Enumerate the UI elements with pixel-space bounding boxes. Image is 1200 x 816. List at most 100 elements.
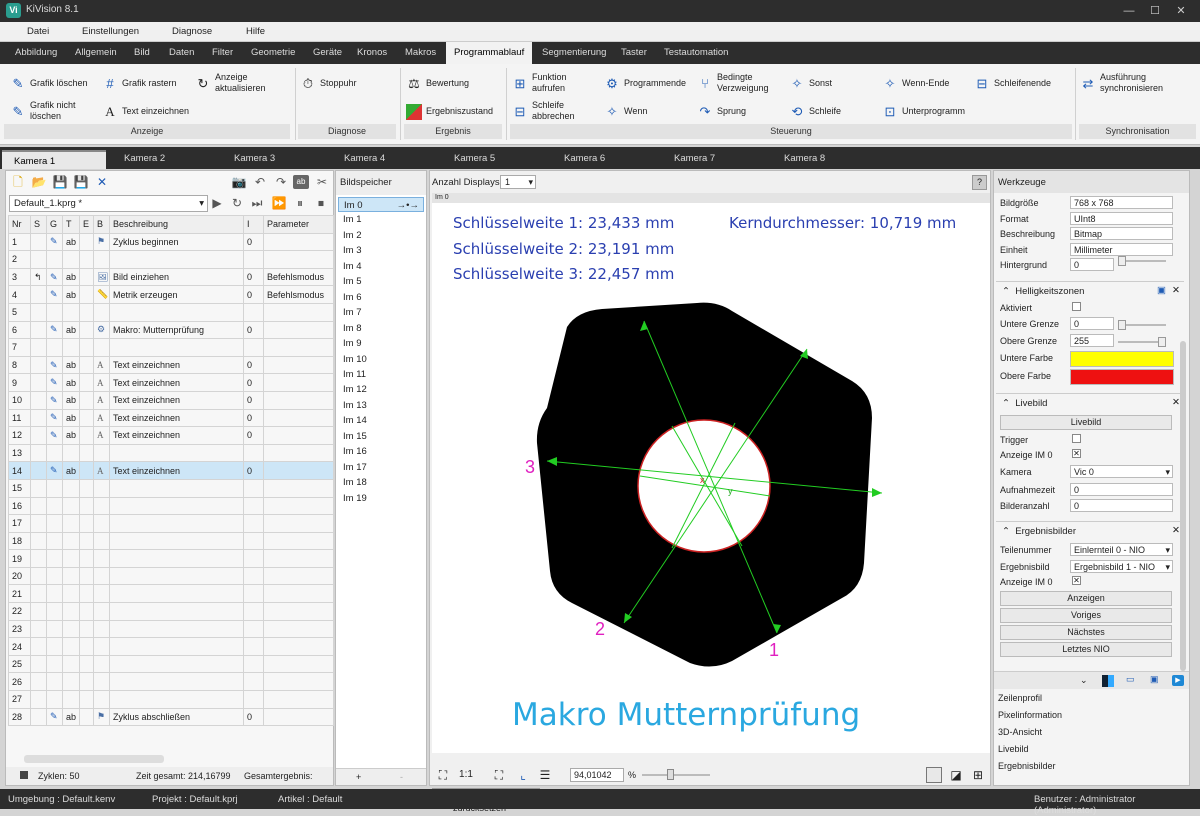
obere-grenze-thumb[interactable] (1158, 337, 1166, 347)
row-t[interactable]: ab (62, 355, 80, 375)
table-row[interactable]: 5 (8, 302, 334, 322)
row-t[interactable] (62, 338, 80, 357)
row-b[interactable] (93, 602, 110, 621)
row-i[interactable] (243, 549, 264, 568)
list-item[interactable]: Im 5 (338, 274, 424, 289)
tab-makros[interactable]: Makros (405, 47, 436, 58)
video-icon[interactable]: ▶ (1172, 675, 1184, 686)
row-parameter[interactable] (263, 426, 334, 445)
tab-testautomation[interactable]: Testautomation (664, 47, 728, 58)
row-b[interactable]: A (93, 390, 110, 410)
view-3d-icon[interactable]: ◪ (948, 767, 964, 783)
step-icon[interactable]: ⏭ (248, 194, 266, 212)
row-b[interactable] (93, 584, 110, 604)
row-nr[interactable]: 3 (8, 267, 31, 287)
tab-segmentierung[interactable]: Segmentierung (542, 47, 606, 58)
row-b[interactable] (93, 637, 110, 656)
row-i[interactable] (243, 250, 264, 269)
close-icon[interactable]: ✕ (1172, 285, 1180, 296)
row-nr[interactable]: 28 (8, 707, 31, 727)
tool-list-item[interactable]: 3D-Ansicht (998, 727, 1042, 737)
row-beschreibung[interactable]: Text einzeichnen (109, 461, 244, 480)
delete-icon[interactable]: ✕ (93, 173, 111, 191)
list-item[interactable]: Im 18 (338, 475, 424, 490)
row-i[interactable]: 0 (243, 285, 264, 304)
list-item[interactable]: Im 13 (338, 398, 424, 413)
row-g[interactable] (46, 478, 63, 498)
menu-einstellungen[interactable]: Einstellungen (82, 26, 139, 37)
row-parameter[interactable] (263, 707, 334, 727)
row-s[interactable] (30, 408, 47, 428)
row-g[interactable] (46, 602, 63, 621)
list-item[interactable]: Im 9 (338, 336, 424, 351)
row-t[interactable] (62, 250, 80, 269)
list-item[interactable]: Im 11 (338, 367, 424, 382)
row-b[interactable] (93, 443, 110, 463)
row-t[interactable]: ab (62, 707, 80, 727)
row-beschreibung[interactable] (109, 302, 244, 322)
row-parameter[interactable] (263, 302, 334, 322)
menu-lines-icon[interactable]: ☰ (536, 766, 554, 784)
row-e[interactable] (79, 232, 94, 252)
row-b[interactable]: ⚑ (93, 707, 110, 727)
row-g[interactable]: ✎ (46, 285, 63, 304)
row-beschreibung[interactable] (109, 531, 244, 551)
close-icon[interactable]: ✕ (1172, 525, 1180, 536)
anzahl-displays-select[interactable]: 1 ▾ (500, 175, 536, 189)
row-beschreibung[interactable]: Bild einziehen (109, 267, 244, 287)
row-t[interactable] (62, 496, 80, 516)
row-g[interactable] (46, 672, 63, 692)
undo-icon[interactable]: ↶ (251, 173, 269, 191)
row-nr[interactable]: 18 (8, 531, 31, 551)
kamera-select[interactable]: Vic 0 ▾ (1070, 465, 1173, 478)
row-i[interactable]: 0 (243, 320, 264, 340)
row-parameter[interactable]: Befehlsmodus (263, 267, 334, 287)
row-parameter[interactable] (263, 320, 334, 340)
row-i[interactable] (243, 514, 264, 533)
row-b[interactable] (93, 566, 110, 586)
row-nr[interactable]: 12 (8, 426, 31, 445)
row-s[interactable] (30, 426, 47, 445)
row-nr[interactable]: 7 (8, 338, 31, 357)
list-item[interactable]: Im 8 (338, 321, 424, 336)
row-g[interactable] (46, 690, 63, 709)
row-e[interactable] (79, 285, 94, 304)
row-e[interactable] (79, 690, 94, 709)
row-beschreibung[interactable] (109, 514, 244, 533)
table-row[interactable]: 18 (8, 531, 334, 551)
list-item[interactable]: Im 0 →•→ (338, 197, 424, 212)
row-e[interactable] (79, 461, 94, 480)
horizontal-scrollbar[interactable] (24, 755, 164, 763)
row-nr[interactable]: 2 (8, 250, 31, 269)
row-e[interactable] (79, 584, 94, 604)
row-nr[interactable]: 25 (8, 654, 31, 674)
row-t[interactable] (62, 531, 80, 551)
table-row[interactable]: 11 ✎ ab A Text einzeichnen 0 (8, 408, 334, 428)
row-e[interactable] (79, 478, 94, 498)
ergebnisbild-select[interactable]: Ergebnisbild 1 - NIO ▾ (1070, 560, 1173, 573)
untere-farbe-swatch[interactable] (1070, 351, 1174, 367)
row-nr[interactable]: 1 (8, 232, 31, 252)
list-item[interactable]: Im 10 (338, 352, 424, 367)
property-value[interactable]: Millimeter (1070, 242, 1173, 256)
table-row[interactable]: 27 (8, 690, 334, 709)
row-g[interactable] (46, 584, 63, 604)
row-s[interactable] (30, 672, 47, 692)
list-item[interactable]: Im 17 (338, 460, 424, 475)
row-t[interactable]: ab (62, 461, 80, 480)
row-beschreibung[interactable] (109, 549, 244, 568)
tab-kamera-4[interactable]: Kamera 4 (344, 153, 385, 164)
tab-geraete[interactable]: Geräte (313, 47, 342, 58)
row-parameter[interactable] (263, 338, 334, 357)
row-i[interactable] (243, 584, 264, 604)
ergebnisbilder-header[interactable]: ⌃ Ergebnisbilder ✕ (996, 521, 1184, 539)
collapse-icon[interactable]: ⌃ (1002, 398, 1010, 409)
row-nr[interactable]: 24 (8, 637, 31, 656)
row-i[interactable]: 0 (243, 373, 264, 392)
row-i[interactable] (243, 602, 264, 621)
list-item[interactable]: Im 19 (338, 491, 424, 506)
row-nr[interactable]: 21 (8, 584, 31, 604)
row-parameter[interactable] (263, 461, 334, 480)
minimize-button[interactable]: — (1116, 0, 1142, 22)
row-parameter[interactable] (263, 443, 334, 463)
